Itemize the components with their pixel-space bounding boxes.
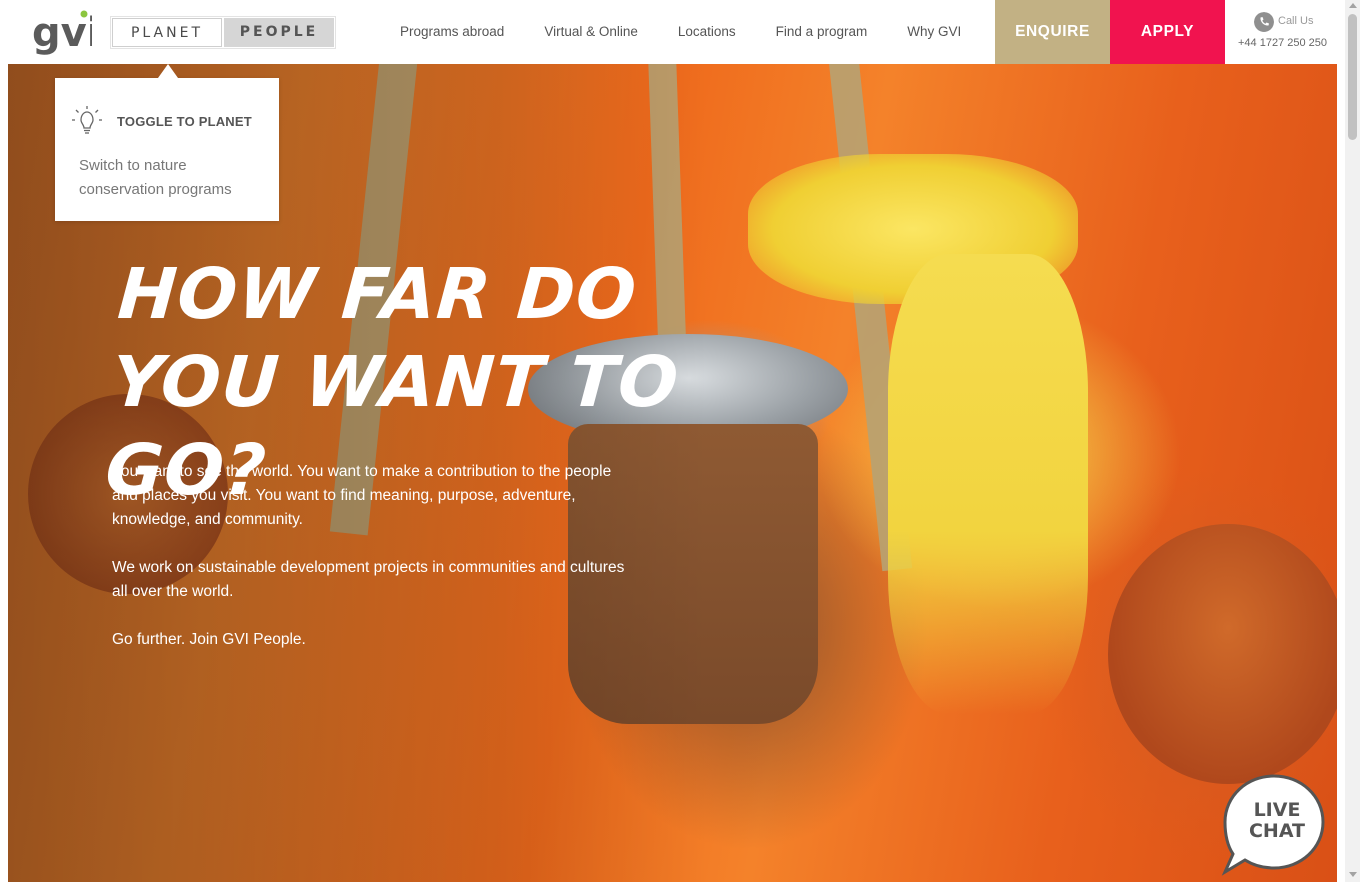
toggle-planet-button[interactable]: PLANET <box>112 18 222 47</box>
nav-locations[interactable]: Locations <box>658 0 756 64</box>
hero-paragraph-2: We work on sustainable development proje… <box>112 559 625 600</box>
lightbulb-icon <box>72 106 102 134</box>
call-us-link[interactable]: Call Us +44 1727 250 250 <box>1230 8 1336 58</box>
live-chat-label: LIVE CHAT <box>1237 800 1317 842</box>
scroll-thumb[interactable] <box>1348 14 1357 140</box>
phone-icon <box>1254 12 1274 32</box>
planet-people-toggle: PLANET PEOPLE <box>110 16 336 49</box>
logo-dot <box>80 10 88 18</box>
hero-paragraph-3: Go further. Join GVI People. <box>112 631 306 648</box>
live-chat-line-1: LIVE <box>1253 799 1301 821</box>
toggle-tooltip: TOGGLE TO PLANET Switch to nature conser… <box>55 78 279 221</box>
hero-body: You want to see the world. You want to m… <box>112 460 632 676</box>
gvi-logo[interactable]: gvi <box>32 8 92 56</box>
scroll-up-arrow-icon[interactable] <box>1349 3 1357 8</box>
call-us-label: Call Us <box>1278 15 1314 27</box>
background-bowl <box>1108 524 1337 784</box>
enquire-button[interactable]: ENQUIRE <box>995 0 1110 64</box>
nav-programs-abroad[interactable]: Programs abroad <box>380 0 524 64</box>
site-header: gvi PLANET PEOPLE Programs abroad Virtua… <box>0 0 1345 64</box>
nav-find-a-program[interactable]: Find a program <box>756 0 888 64</box>
nav-why-gvi[interactable]: Why GVI <box>887 0 981 64</box>
nav-virtual-online[interactable]: Virtual & Online <box>524 0 658 64</box>
tooltip-text: Switch to nature conservation programs <box>79 157 232 198</box>
scroll-down-arrow-icon[interactable] <box>1349 872 1357 877</box>
apply-button[interactable]: APPLY <box>1110 0 1225 64</box>
live-chat-line-2: CHAT <box>1248 820 1306 842</box>
headline-line-1: HOW FAR DO <box>115 253 640 335</box>
tooltip-title: TOGGLE TO PLANET <box>117 114 252 129</box>
phone-number: +44 1727 250 250 <box>1238 37 1328 49</box>
main-nav: Programs abroad Virtual & Online Locatio… <box>380 0 981 64</box>
tooltip-arrow <box>158 64 178 78</box>
toggle-people-button[interactable]: PEOPLE <box>224 18 334 47</box>
background-sash <box>888 254 1088 714</box>
hero-paragraph-1: You want to see the world. You want to m… <box>112 463 612 528</box>
live-chat-button[interactable]: LIVE CHAT <box>1219 772 1329 876</box>
page-scrollbar[interactable] <box>1345 0 1360 882</box>
